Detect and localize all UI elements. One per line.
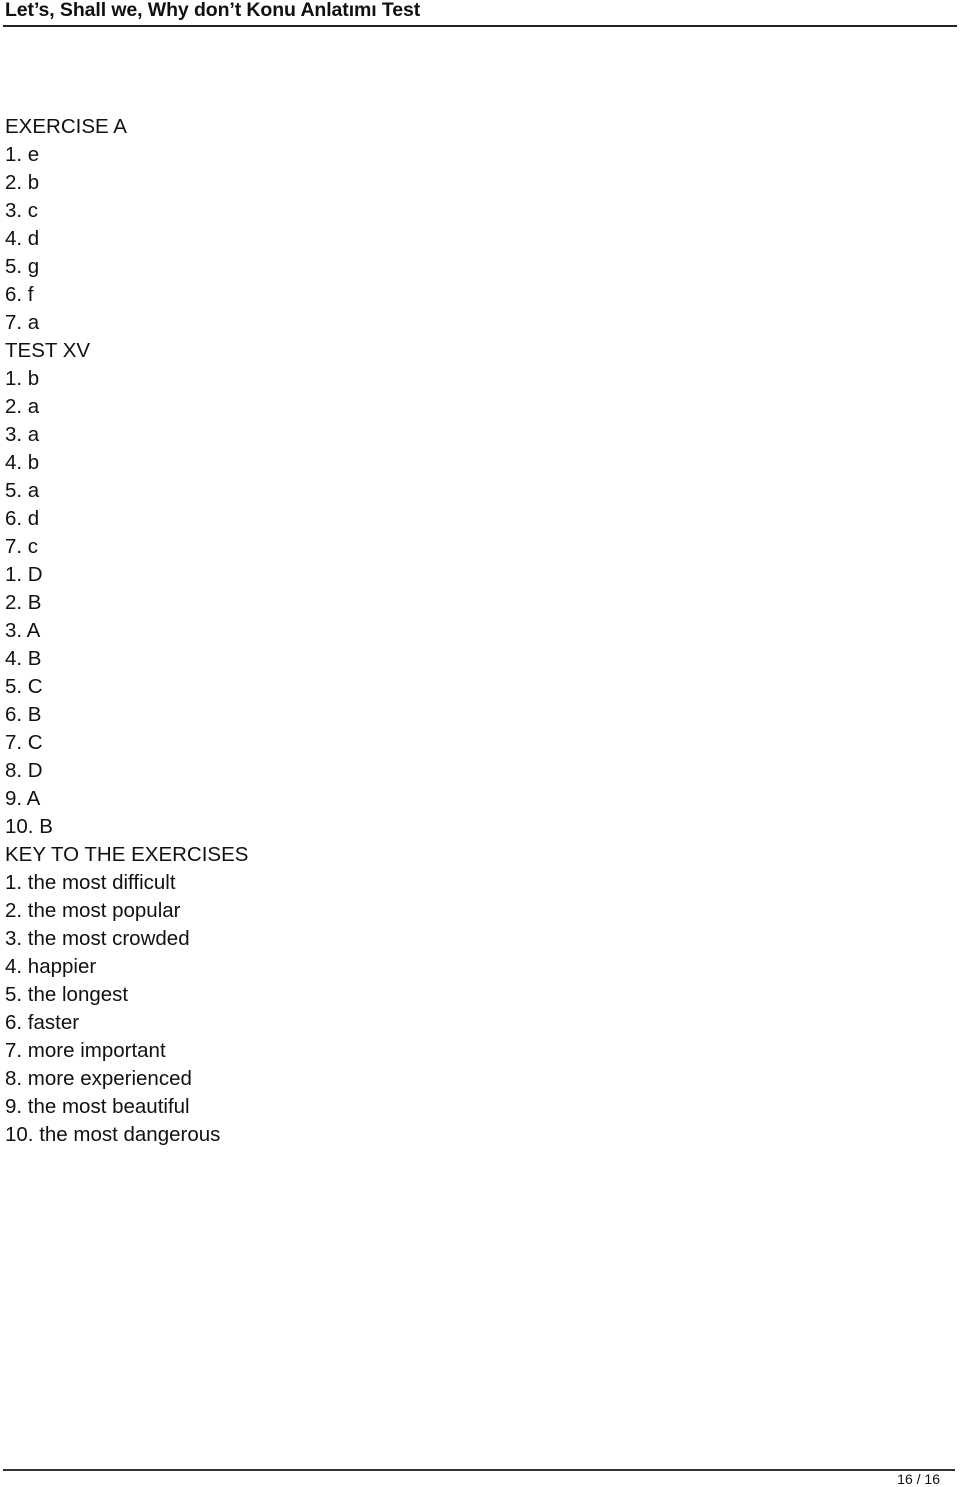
- answer-item: 7. c: [5, 535, 39, 558]
- answer-item: 7. a: [5, 311, 40, 334]
- answer-item: 5. g: [5, 255, 40, 278]
- answer-item: 6. B: [5, 703, 42, 726]
- answer-item: 8. more experienced: [5, 1067, 192, 1090]
- footer-divider: [3, 1469, 955, 1471]
- answer-key-content: EXERCISE A 1. e 2. b 3. c 4. d 5. g 6. f…: [5, 113, 248, 1149]
- answer-item: 6. faster: [5, 1011, 80, 1034]
- page-number: 16 / 16: [897, 1471, 940, 1487]
- answer-item: 9. A: [5, 787, 41, 810]
- answer-item: 4. d: [5, 227, 40, 250]
- answer-item: 1. the most difficult: [5, 871, 176, 894]
- answer-item: 9. the most beautiful: [5, 1095, 190, 1118]
- answer-item: 1. b: [5, 367, 40, 390]
- header-divider: [3, 25, 957, 27]
- answer-item: 10. the most dangerous: [5, 1123, 221, 1146]
- answer-item: 4. happier: [5, 955, 97, 978]
- answer-item: 6. d: [5, 507, 40, 530]
- answer-item: 5. a: [5, 479, 40, 502]
- answer-item: 2. B: [5, 591, 42, 614]
- answer-item: 10. B: [5, 815, 53, 838]
- answer-item: 3. A: [5, 619, 41, 642]
- answer-item: 3. the most crowded: [5, 927, 190, 950]
- answer-item: 5. C: [5, 675, 43, 698]
- answer-item: 4. B: [5, 647, 42, 670]
- answer-item: 2. b: [5, 171, 40, 194]
- answer-item: 7. C: [5, 731, 43, 754]
- section-heading-key-to-exercises: KEY TO THE EXERCISES: [5, 843, 249, 866]
- answer-item: 2. the most popular: [5, 899, 181, 922]
- answer-item: 1. D: [5, 563, 43, 586]
- answer-item: 3. c: [5, 199, 39, 222]
- answer-item: 4. b: [5, 451, 40, 474]
- document-title: Let’s, Shall we, Why don’t Konu Anlatımı…: [5, 0, 421, 21]
- answer-item: 7. more important: [5, 1039, 166, 1062]
- answer-item: 1. e: [5, 143, 40, 166]
- section-heading-test-xv: TEST XV: [5, 339, 91, 362]
- answer-item: 5. the longest: [5, 983, 129, 1006]
- answer-item: 3. a: [5, 423, 40, 446]
- answer-item: 2. a: [5, 395, 40, 418]
- answer-item: 8. D: [5, 759, 43, 782]
- section-heading-exercise-a: EXERCISE A: [5, 115, 127, 138]
- answer-item: 6. f: [5, 283, 34, 306]
